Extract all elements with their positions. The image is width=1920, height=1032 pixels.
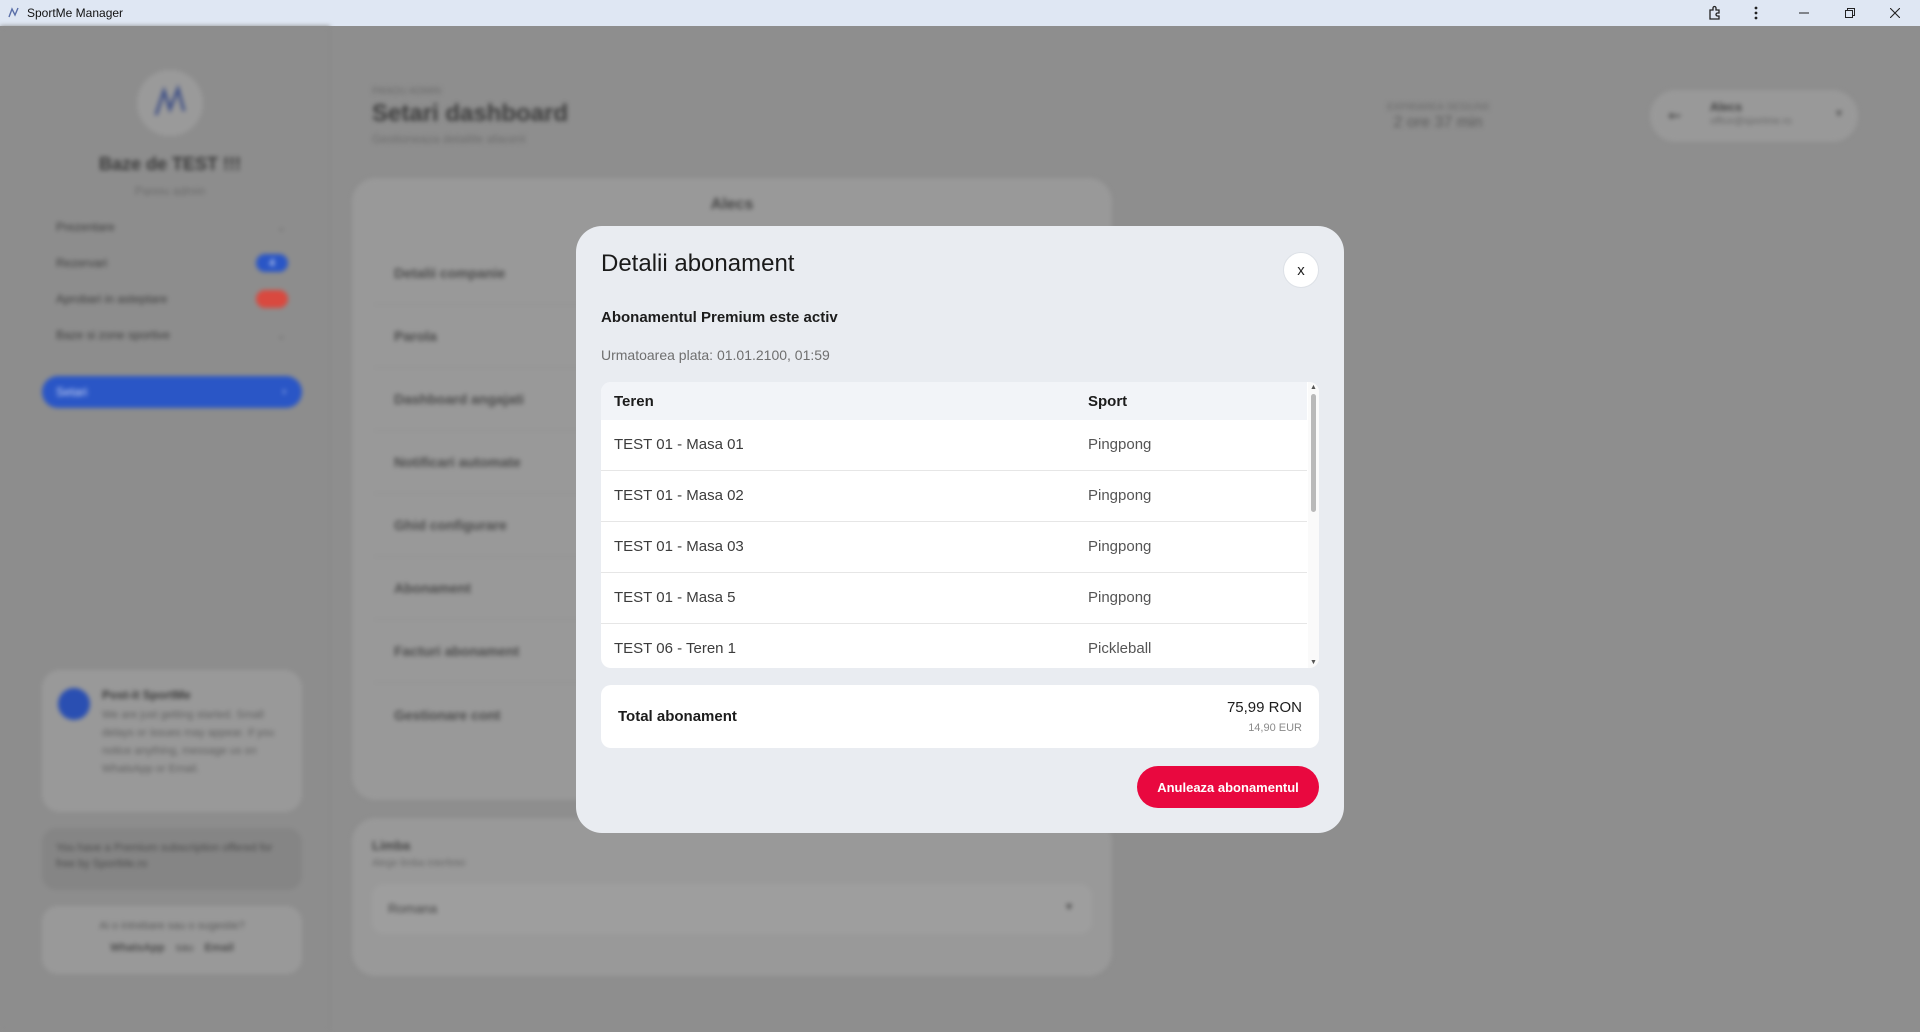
help-separator: sau (175, 942, 194, 954)
user-email: office@sportme.ro (1710, 116, 1792, 127)
language-select[interactable]: Romana ▼ (372, 884, 1092, 934)
cell-sport: Pingpong (1088, 589, 1152, 606)
next-payment: Urmatoarea plata: 01.01.2100, 01:59 (601, 347, 830, 363)
cell-sport: Pingpong (1088, 487, 1152, 504)
nav-label: Baze si zone sportive (56, 328, 171, 342)
restore-icon[interactable] (1829, 0, 1871, 26)
org-subtitle: Panou admin (134, 184, 206, 198)
nav-label: Aprobari in asteptare (56, 292, 168, 306)
promo-text: We are just getting started. Small delay… (102, 709, 275, 775)
org-logo (137, 70, 203, 136)
nav-item-aprobari[interactable]: Aprobari in asteptare (42, 284, 302, 314)
nav-item-baze[interactable]: Baze si zone sportive ⌄ (42, 320, 302, 350)
premium-note: You have a Premium subscription offered … (42, 828, 302, 890)
total-label: Total abonament (618, 708, 737, 725)
promo-title: Post-it SportMe (102, 688, 191, 702)
logout-icon: ⇜ (1668, 108, 1682, 125)
help-card: Ai o intrebare sau o sugestie? WhatsApp … (42, 906, 302, 974)
cell-sport: Pickleball (1088, 640, 1152, 657)
modal-title: Detalii abonament (601, 250, 795, 277)
table-scrollbar[interactable]: ▲ ▼ (1308, 382, 1319, 668)
courts-table: Teren Sport TEST 01 - Masa 01 Pingpong T… (601, 382, 1319, 668)
total-eur: 14,90 EUR (1248, 722, 1302, 734)
language-card: Limba Alege limba interfetei Romana ▼ (352, 818, 1112, 976)
whatsapp-link[interactable]: WhatsApp (110, 942, 164, 954)
cell-sport: Pingpong (1088, 538, 1152, 555)
caret-down-icon: ▼ (1064, 902, 1074, 913)
language-subtitle: Alege limba interfetei (372, 858, 466, 869)
nav-item-rezervari[interactable]: Rezervari 4 (42, 248, 302, 278)
nav-label: Setari (56, 385, 88, 399)
table-row: TEST 01 - Masa 5 Pingpong (601, 573, 1307, 624)
scroll-thumb[interactable] (1311, 394, 1316, 512)
total-box: Total abonament 75,99 RON 14,90 EUR (601, 685, 1319, 748)
sidebar: Baze de TEST !!! Panou admin Prezentare … (0, 26, 330, 1032)
table-row: TEST 01 - Masa 01 Pingpong (601, 420, 1307, 471)
page-subtitle: Gestioneaza detaliile afacerii (372, 132, 526, 146)
subscription-status: Abonamentul Premium este activ (601, 309, 838, 326)
chevron-right-icon: › (282, 386, 286, 398)
breadcrumb: PANOU ADMIN (372, 86, 442, 97)
cell-teren: TEST 01 - Masa 02 (614, 487, 744, 504)
header-sport: Sport (1088, 393, 1128, 410)
session-label: EXPIRAREA SESIUNII (1386, 102, 1490, 113)
more-icon[interactable] (1735, 0, 1777, 26)
cell-teren: TEST 01 - Masa 03 (614, 538, 744, 555)
session-value: 2 ore 37 min (1393, 114, 1483, 131)
help-links: WhatsApp sau Email (42, 942, 302, 954)
cell-teren: TEST 01 - Masa 01 (614, 436, 744, 453)
user-menu[interactable]: ⇜ Alecs office@sportme.ro ▾ (1650, 90, 1858, 142)
table-row: TEST 06 - Teren 1 Pickleball (601, 624, 1307, 668)
scroll-down-icon[interactable]: ▼ (1310, 659, 1317, 666)
close-icon[interactable] (1874, 0, 1916, 26)
window-titlebar: SportMe Manager (0, 0, 1920, 26)
close-modal-button[interactable]: x (1283, 252, 1319, 288)
subscription-modal: Detalii abonament x Abonamentul Premium … (576, 226, 1344, 833)
cell-sport: Pingpong (1088, 436, 1152, 453)
rezervari-badge: 4 (256, 254, 288, 272)
scroll-up-icon[interactable]: ▲ (1310, 384, 1317, 391)
org-name: Baze de TEST !!! (98, 154, 241, 174)
window-title: SportMe Manager (27, 6, 124, 20)
aprobari-badge (256, 290, 288, 308)
language-selected: Romana (388, 901, 438, 916)
nav-item-prezentare[interactable]: Prezentare ⌄ (42, 212, 302, 242)
user-name: Alecs (1710, 100, 1743, 114)
promo-avatar (58, 688, 90, 720)
app-icon (8, 7, 19, 18)
page-title: Setari dashboard (372, 100, 569, 127)
extension-icon[interactable] (1694, 0, 1736, 26)
chevron-down-icon: ⌄ (276, 221, 286, 234)
settings-card-title: Alecs (710, 196, 754, 213)
chevron-down-icon: ⌄ (276, 329, 286, 342)
email-link[interactable]: Email (204, 942, 233, 954)
nav-item-setari[interactable]: Setari › (42, 376, 302, 408)
nav-label: Rezervari (56, 256, 108, 270)
cell-teren: TEST 01 - Masa 5 (614, 589, 736, 606)
minimize-icon[interactable] (1783, 0, 1825, 26)
header-teren: Teren (614, 393, 654, 410)
table-row: TEST 01 - Masa 02 Pingpong (601, 471, 1307, 522)
cell-teren: TEST 06 - Teren 1 (614, 640, 737, 657)
total-ron: 75,99 RON (1226, 699, 1302, 716)
table-row: TEST 01 - Masa 03 Pingpong (601, 522, 1307, 573)
table-header: Teren Sport (601, 382, 1307, 420)
chevron-down-icon: ▾ (1835, 106, 1842, 120)
language-title: Limba (372, 838, 411, 853)
nav-label: Prezentare (56, 220, 115, 234)
cancel-subscription-button[interactable]: Anuleaza abonamentul (1137, 766, 1319, 808)
promo-card: Post-it SportMe We are just getting star… (42, 670, 302, 812)
help-question: Ai o intrebare sau o sugestie? (99, 920, 245, 932)
